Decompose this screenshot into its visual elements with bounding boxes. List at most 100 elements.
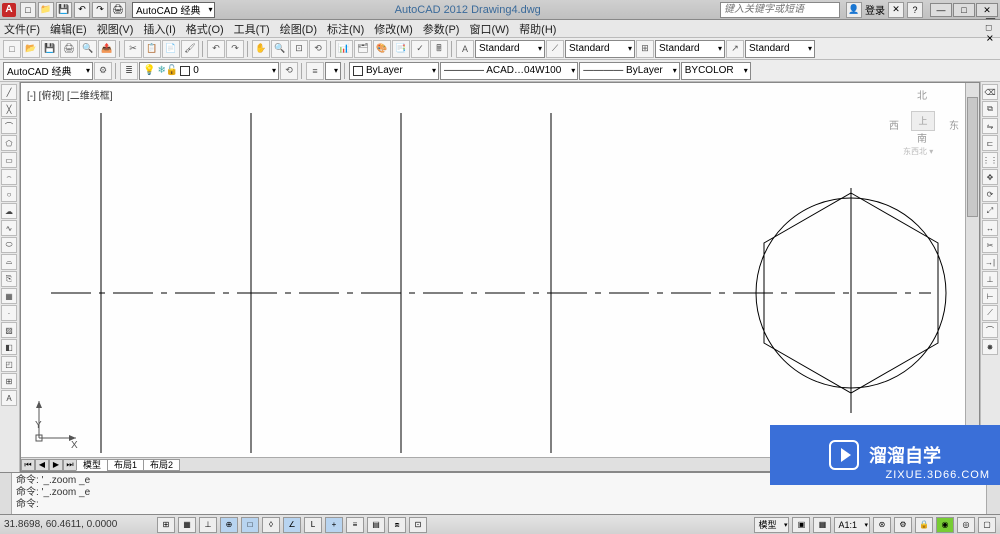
ws-switch-icon[interactable]: ⚙ [894,517,912,533]
hardware-accel-icon[interactable]: ◉ [936,517,954,533]
zoom-window-button[interactable]: ⊡ [290,40,308,58]
zoom-prev-button[interactable]: ⟲ [309,40,327,58]
ws-settings-icon[interactable]: ⚙ [94,62,112,80]
properties-button[interactable]: 📊 [335,40,353,58]
publish-button[interactable]: 📤 [98,40,116,58]
mdi-close[interactable]: ✕ [986,33,995,44]
copy-button[interactable]: 📋 [143,40,161,58]
menu-help[interactable]: 帮助(H) [519,21,556,37]
rectangle-tool[interactable]: ▭ [1,152,17,168]
tab-last-icon[interactable]: ⏭ [63,459,77,471]
tablestyle-icon[interactable]: ⊞ [636,40,654,58]
menu-insert[interactable]: 插入(I) [143,21,175,37]
tab-layout1[interactable]: 布局1 [107,459,144,471]
plotstyle-dropdown[interactable]: BYCOLOR [681,62,751,80]
gradient-tool[interactable]: ◧ [1,339,17,355]
otrack-toggle[interactable]: ∠ [283,517,301,533]
layerstate-icon[interactable]: ≡ [306,62,324,80]
tab-prev-icon[interactable]: ◀ [35,459,49,471]
mleaderstyle-dropdown[interactable]: Standard [745,40,815,58]
zoom-button[interactable]: 🔍 [271,40,289,58]
lineweight-dropdown[interactable]: ———— ByLayer [579,62,679,80]
print-icon[interactable]: 🖨 [110,2,126,18]
cmd-prompt[interactable]: 命令: [16,499,982,511]
scrollbar-thumb[interactable] [967,97,978,217]
line-tool[interactable]: ╱ [1,84,17,100]
undo-button[interactable]: ↶ [207,40,225,58]
qp-toggle[interactable]: ⧈ [388,517,406,533]
layer-dropdown[interactable]: 💡 ❄ 🔓 0 [139,62,279,80]
annoscale-dropdown[interactable]: A 1:1 [834,517,870,533]
polygon-tool[interactable]: ⬠ [1,135,17,151]
spline-tool[interactable]: ∿ [1,220,17,236]
menu-window[interactable]: 窗口(W) [469,21,509,37]
match-button[interactable]: 🖌 [181,40,199,58]
new-icon[interactable]: □ [20,2,36,18]
hatch-tool[interactable]: ▨ [1,322,17,338]
dimstyle-dropdown[interactable]: Standard [565,40,635,58]
sc-toggle[interactable]: ⊡ [409,517,427,533]
exchange-icon[interactable]: ✕ [888,2,904,18]
app-logo[interactable]: A [2,3,16,17]
menu-tools[interactable]: 工具(T) [234,21,270,37]
move-tool[interactable]: ✥ [982,169,998,185]
open-button[interactable]: 📂 [22,40,40,58]
join-tool[interactable]: ⊢ [982,288,998,304]
layerstate-dropdown[interactable] [325,62,341,80]
ducs-toggle[interactable]: L [304,517,322,533]
sheet-button[interactable]: 📑 [392,40,410,58]
toolpal-button[interactable]: 🎨 [373,40,391,58]
command-handle[interactable] [0,473,12,514]
tab-layout2[interactable]: 布局2 [143,459,180,471]
color-dropdown[interactable]: ByLayer [349,62,439,80]
mdi-restore[interactable]: □ [986,23,995,33]
stretch-tool[interactable]: ↔ [982,220,998,236]
tab-model[interactable]: 模型 [76,459,108,471]
layer-manager-icon[interactable]: ≣ [120,62,138,80]
toolbar-lock-icon[interactable]: 🔒 [915,517,933,533]
isolate-icon[interactable]: ◎ [957,517,975,533]
quickview-layouts-icon[interactable]: ▣ [792,517,810,533]
ellipse-tool[interactable]: ⬭ [1,237,17,253]
scale-tool[interactable]: ⤢ [982,203,998,219]
markup-button[interactable]: ✓ [411,40,429,58]
3dosnap-toggle[interactable]: ◊ [262,517,280,533]
copy-tool[interactable]: ⧉ [982,101,998,117]
menu-dimension[interactable]: 标注(N) [327,21,364,37]
trim-tool[interactable]: ✂ [982,237,998,253]
tpy-toggle[interactable]: ▤ [367,517,385,533]
tab-first-icon[interactable]: ⏮ [21,459,35,471]
coordinates-readout[interactable]: 31.8698, 60.4611, 0.0000 [4,519,154,530]
erase-tool[interactable]: ⌫ [982,84,998,100]
paste-button[interactable]: 📄 [162,40,180,58]
modelspace-toggle[interactable]: 模型 [754,517,789,533]
menu-draw[interactable]: 绘图(D) [280,21,317,37]
ortho-toggle[interactable]: ⊥ [199,517,217,533]
minimize-button[interactable]: — [930,3,952,17]
chamfer-tool[interactable]: ⟋ [982,305,998,321]
plot-button[interactable]: 🖨 [60,40,78,58]
open-icon[interactable]: 📁 [38,2,54,18]
pan-button[interactable]: ✋ [252,40,270,58]
rotate-tool[interactable]: ⟳ [982,186,998,202]
signin-icon[interactable]: 👤 [846,2,862,18]
block-tool[interactable]: ▦ [1,288,17,304]
dimstyle-icon[interactable]: ⟋ [546,40,564,58]
menu-edit[interactable]: 编辑(E) [50,21,87,37]
offset-tool[interactable]: ⊏ [982,135,998,151]
grid-toggle[interactable]: ▦ [178,517,196,533]
polar-toggle[interactable]: ⊕ [220,517,238,533]
maximize-button[interactable]: □ [953,3,975,17]
login-label[interactable]: 登录 [865,2,885,17]
quickview-drawings-icon[interactable]: ▦ [813,517,831,533]
drawing-canvas[interactable]: [-] [俯视] [二维线框] 北 西 东 南 上 东西北 ▾ [20,82,980,472]
arc-tool[interactable]: ⌢ [1,169,17,185]
tab-next-icon[interactable]: ▶ [49,459,63,471]
tablestyle-dropdown[interactable]: Standard [655,40,725,58]
revcloud-tool[interactable]: ☁ [1,203,17,219]
explode-tool[interactable]: ✸ [982,339,998,355]
menu-view[interactable]: 视图(V) [97,21,134,37]
dcenter-button[interactable]: 🗂 [354,40,372,58]
region-tool[interactable]: ◰ [1,356,17,372]
break-tool[interactable]: ⊥ [982,271,998,287]
